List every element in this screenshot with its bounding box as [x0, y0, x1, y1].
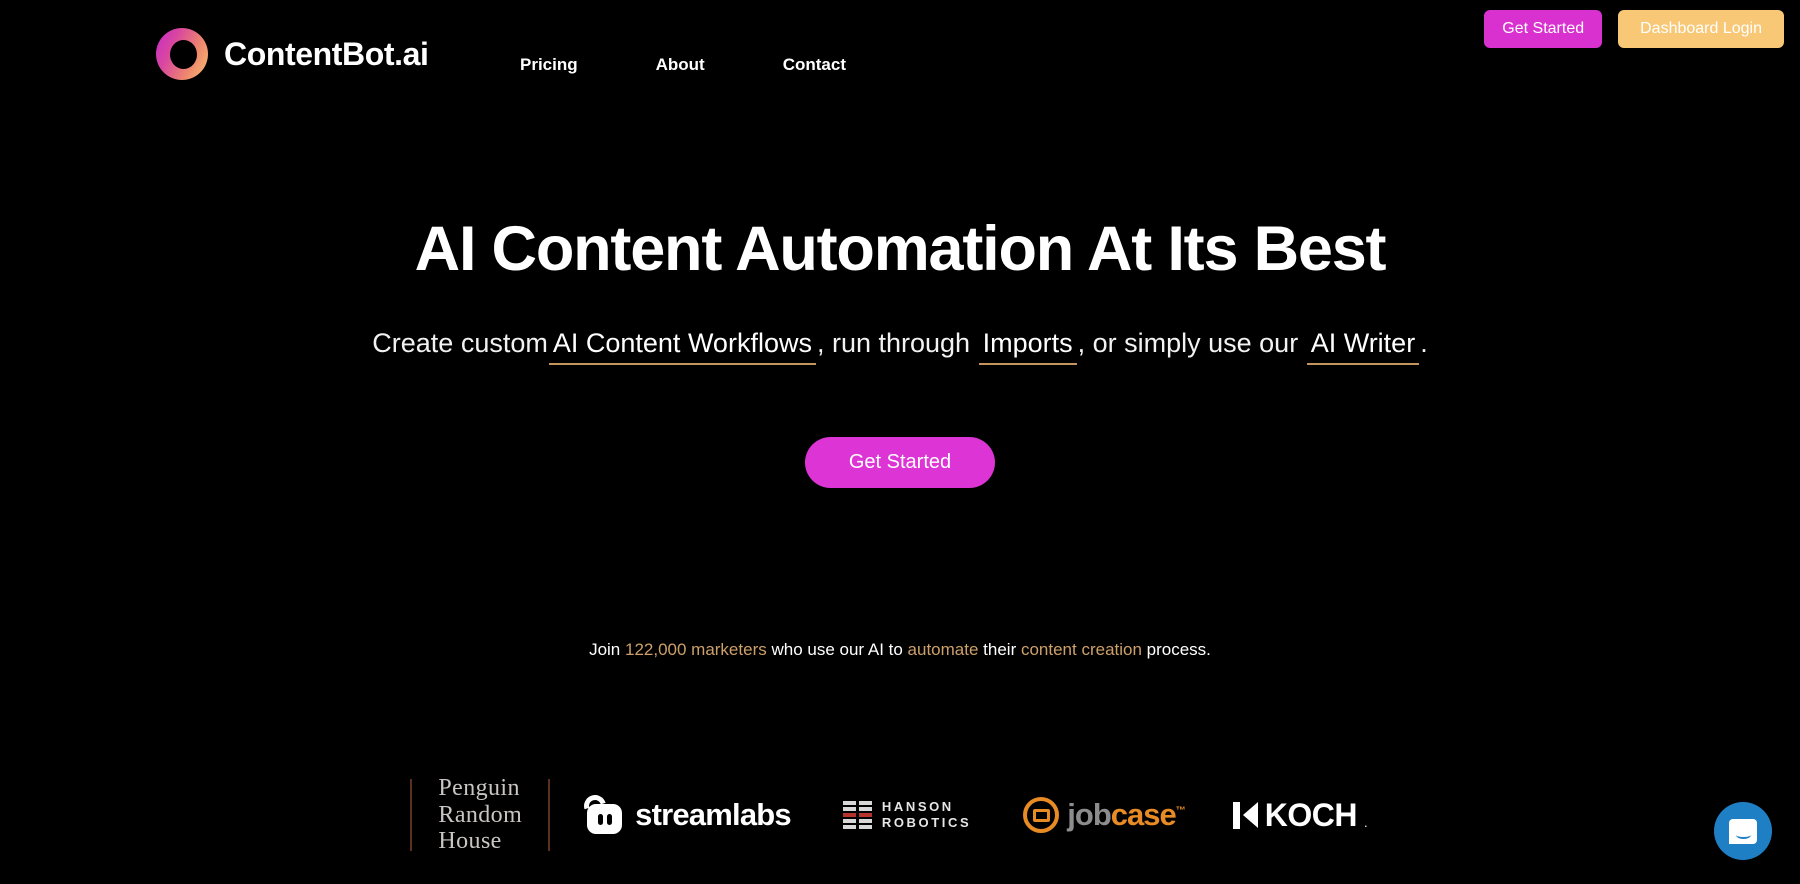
nav-item-about[interactable]: About: [656, 55, 705, 75]
dashboard-login-button[interactable]: Dashboard Login: [1618, 10, 1784, 48]
logo-hanson-robotics: HANSON ROBOTICS: [817, 799, 997, 832]
hanson-bars-right: [858, 801, 872, 829]
chat-bubble-icon[interactable]: [1714, 802, 1772, 860]
header-get-started-button[interactable]: Get Started: [1484, 10, 1603, 48]
prh-line-1: Penguin: [438, 774, 520, 801]
logo-penguin-random-house: Penguin Random House: [412, 775, 548, 856]
koch-triangle: [1242, 802, 1258, 828]
hanson-bar: [858, 807, 872, 811]
jobcase-wordmark: jobcase™: [1067, 797, 1186, 833]
social-proof-marketers-count: 122,000 marketers: [624, 640, 767, 659]
link-ai-writer[interactable]: AI Writer: [1306, 328, 1420, 365]
social-proof-middle-2: their: [978, 640, 1021, 659]
jobcase-trademark: ™: [1175, 805, 1186, 817]
brand-name: ContentBot.ai: [224, 35, 429, 72]
jobcase-part-case: case: [1110, 797, 1177, 832]
prh-line-2: Random: [438, 801, 523, 828]
jobcase-icon: [1023, 797, 1060, 833]
logo-streamlabs: streamlabs: [550, 791, 817, 835]
logo-jobcase: jobcase™: [997, 797, 1210, 833]
streamlabs-wordmark: streamlabs: [635, 797, 792, 832]
page-title: AI Content Automation At Its Best: [414, 214, 1387, 284]
chat-smile: [1735, 831, 1751, 839]
streamlabs-eye-right: [606, 813, 612, 825]
hanson-bar: [842, 819, 856, 823]
social-proof-automate: automate: [907, 640, 979, 659]
hanson-bar: [858, 819, 872, 823]
site-header: ContentBot.ai Pricing About Contact Get …: [0, 0, 1800, 100]
hero-cta-container: Get Started: [0, 437, 1800, 488]
social-proof-content-creation: content creation: [1020, 640, 1142, 659]
prh-line-3: House: [438, 828, 502, 855]
koch-wordmark: KOCH: [1264, 796, 1358, 833]
link-ai-content-workflows[interactable]: AI Content Workflows: [548, 328, 816, 365]
hero-subheading: Create custom AI Content Workflows, run t…: [0, 328, 1800, 365]
nav-item-pricing[interactable]: Pricing: [520, 55, 578, 75]
koch-bar: [1232, 801, 1240, 829]
jobcase-part-job: job: [1067, 797, 1111, 832]
streamlabs-icon: [580, 791, 624, 835]
landing-page: ContentBot.ai Pricing About Contact Get …: [0, 0, 1800, 884]
brand-logo[interactable]: ContentBot.ai: [156, 28, 429, 80]
subhead-text-3: , or simply use our: [1077, 328, 1306, 358]
social-proof-suffix: process.: [1141, 640, 1211, 659]
hanson-line-2: ROBOTICS: [881, 815, 972, 830]
nav-item-contact[interactable]: Contact: [783, 55, 846, 75]
koch-icon: [1232, 801, 1258, 829]
streamlabs-box: [587, 804, 623, 834]
streamlabs-eye-left: [597, 813, 603, 825]
hanson-bars-left: [842, 801, 856, 829]
hanson-robotics-icon: [842, 801, 872, 829]
hanson-bar: [858, 825, 872, 829]
subhead-text-2: , run through: [816, 328, 978, 358]
koch-suffix: .: [1363, 814, 1368, 830]
hero-get-started-button[interactable]: Get Started: [804, 437, 996, 488]
gradient-ring-icon: [156, 28, 208, 80]
link-imports[interactable]: Imports: [978, 328, 1077, 365]
hanson-bar: [842, 825, 856, 829]
subhead-text-4: .: [1420, 328, 1428, 358]
logo-koch: KOCH .: [1211, 797, 1390, 834]
subhead-text-1: Create custom: [372, 328, 548, 358]
chat-bubble-shape: [1729, 818, 1757, 844]
social-proof-text: Join 122,000 marketers who use our AI to…: [0, 640, 1800, 660]
hanson-line-1: HANSON: [881, 798, 954, 814]
ring-hole: [170, 39, 197, 69]
social-proof-middle-1: who use our AI to: [766, 640, 908, 659]
social-proof-prefix: Join: [589, 640, 625, 659]
hanson-bar-red: [858, 813, 872, 817]
header-actions: Get Started Dashboard Login: [1484, 10, 1784, 48]
jobcase-briefcase: [1032, 808, 1050, 822]
hanson-robotics-wordmark: HANSON ROBOTICS: [882, 799, 971, 832]
hanson-bar: [858, 801, 872, 805]
main-navigation: Pricing About Contact: [520, 55, 846, 75]
customer-logo-strip: Penguin Random House streamlabs HANSON R…: [0, 775, 1800, 855]
hanson-bar: [842, 801, 856, 805]
hanson-bar: [842, 807, 856, 811]
hanson-bar-red: [842, 813, 856, 817]
